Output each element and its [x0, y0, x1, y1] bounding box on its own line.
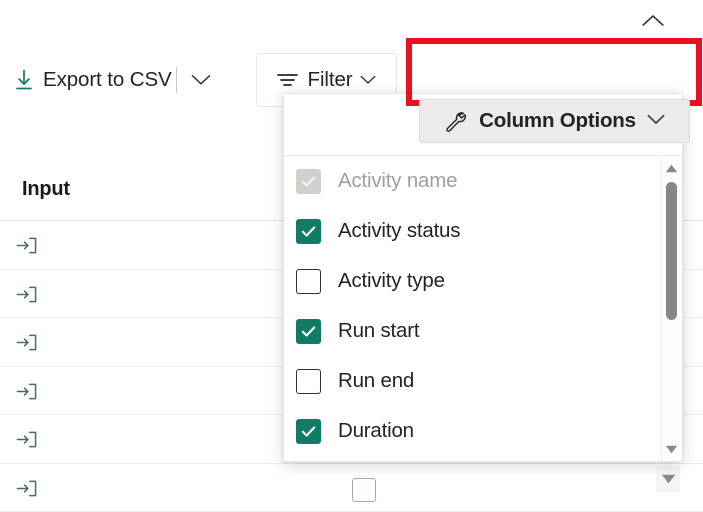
column-option-label: Duration [338, 419, 414, 443]
export-to-csv-label: Export to CSV [43, 68, 172, 92]
column-option-run-end[interactable]: Run end [284, 356, 644, 406]
chevron-up-icon[interactable] [637, 8, 669, 34]
filter-label: Filter [308, 68, 353, 92]
export-options-chevron-down-icon[interactable] [185, 53, 217, 107]
flyout-scrollbar[interactable] [661, 156, 681, 461]
column-option-label: Activity status [338, 219, 460, 243]
column-option-run-start[interactable]: Run start [284, 306, 644, 356]
filter-chevron-down-icon [360, 72, 376, 88]
sign-in-input-icon [16, 381, 37, 402]
sign-in-input-icon [16, 284, 37, 305]
app-root: Export to CSV Filter [0, 0, 703, 506]
column-option-duration[interactable]: Duration [284, 406, 644, 456]
column-options-label: Column Options [479, 109, 636, 133]
sign-in-input-icon [16, 235, 37, 256]
sign-in-input-icon [16, 429, 37, 450]
filter-icon [277, 72, 298, 88]
partial-row-icon [352, 478, 376, 502]
checkbox-checked-icon [296, 419, 321, 444]
wrench-icon [444, 110, 467, 133]
scroll-up-arrow-icon[interactable] [662, 158, 681, 178]
column-option-activity-status[interactable]: Activity status [284, 206, 644, 256]
column-options-button[interactable]: Column Options [419, 99, 690, 143]
column-option-activity-type[interactable]: Activity type [284, 256, 644, 306]
toolbar-divider [176, 67, 177, 93]
sign-in-input-icon [16, 332, 37, 353]
column-options-chevron-down-icon [647, 112, 665, 130]
checkbox-unchecked-icon [296, 269, 321, 294]
export-to-csv-button[interactable]: Export to CSV [8, 53, 178, 107]
flyout-scrollbar-thumb[interactable] [666, 182, 677, 320]
scroll-down-arrow-icon[interactable] [662, 439, 681, 459]
checkbox-checked-icon [296, 219, 321, 244]
checkbox-unchecked-icon [296, 369, 321, 394]
column-header-input: Input [22, 178, 70, 201]
checkbox-checked-disabled-icon [296, 169, 321, 194]
download-icon [14, 69, 34, 91]
column-option-label: Activity type [338, 269, 445, 293]
column-option-label: Activity name [338, 169, 457, 193]
column-option-label: Run start [338, 319, 419, 343]
sign-in-input-icon [16, 478, 37, 499]
column-options-flyout: Reset to default Activity name Activity … [283, 93, 683, 462]
column-options-list: Activity name Activity status Activity t… [284, 156, 682, 461]
checkbox-checked-icon [296, 319, 321, 344]
column-option-activity-name[interactable]: Activity name [284, 156, 644, 206]
column-option-label: Run end [338, 369, 414, 393]
page-scroll-down-arrow-icon[interactable] [656, 466, 680, 492]
